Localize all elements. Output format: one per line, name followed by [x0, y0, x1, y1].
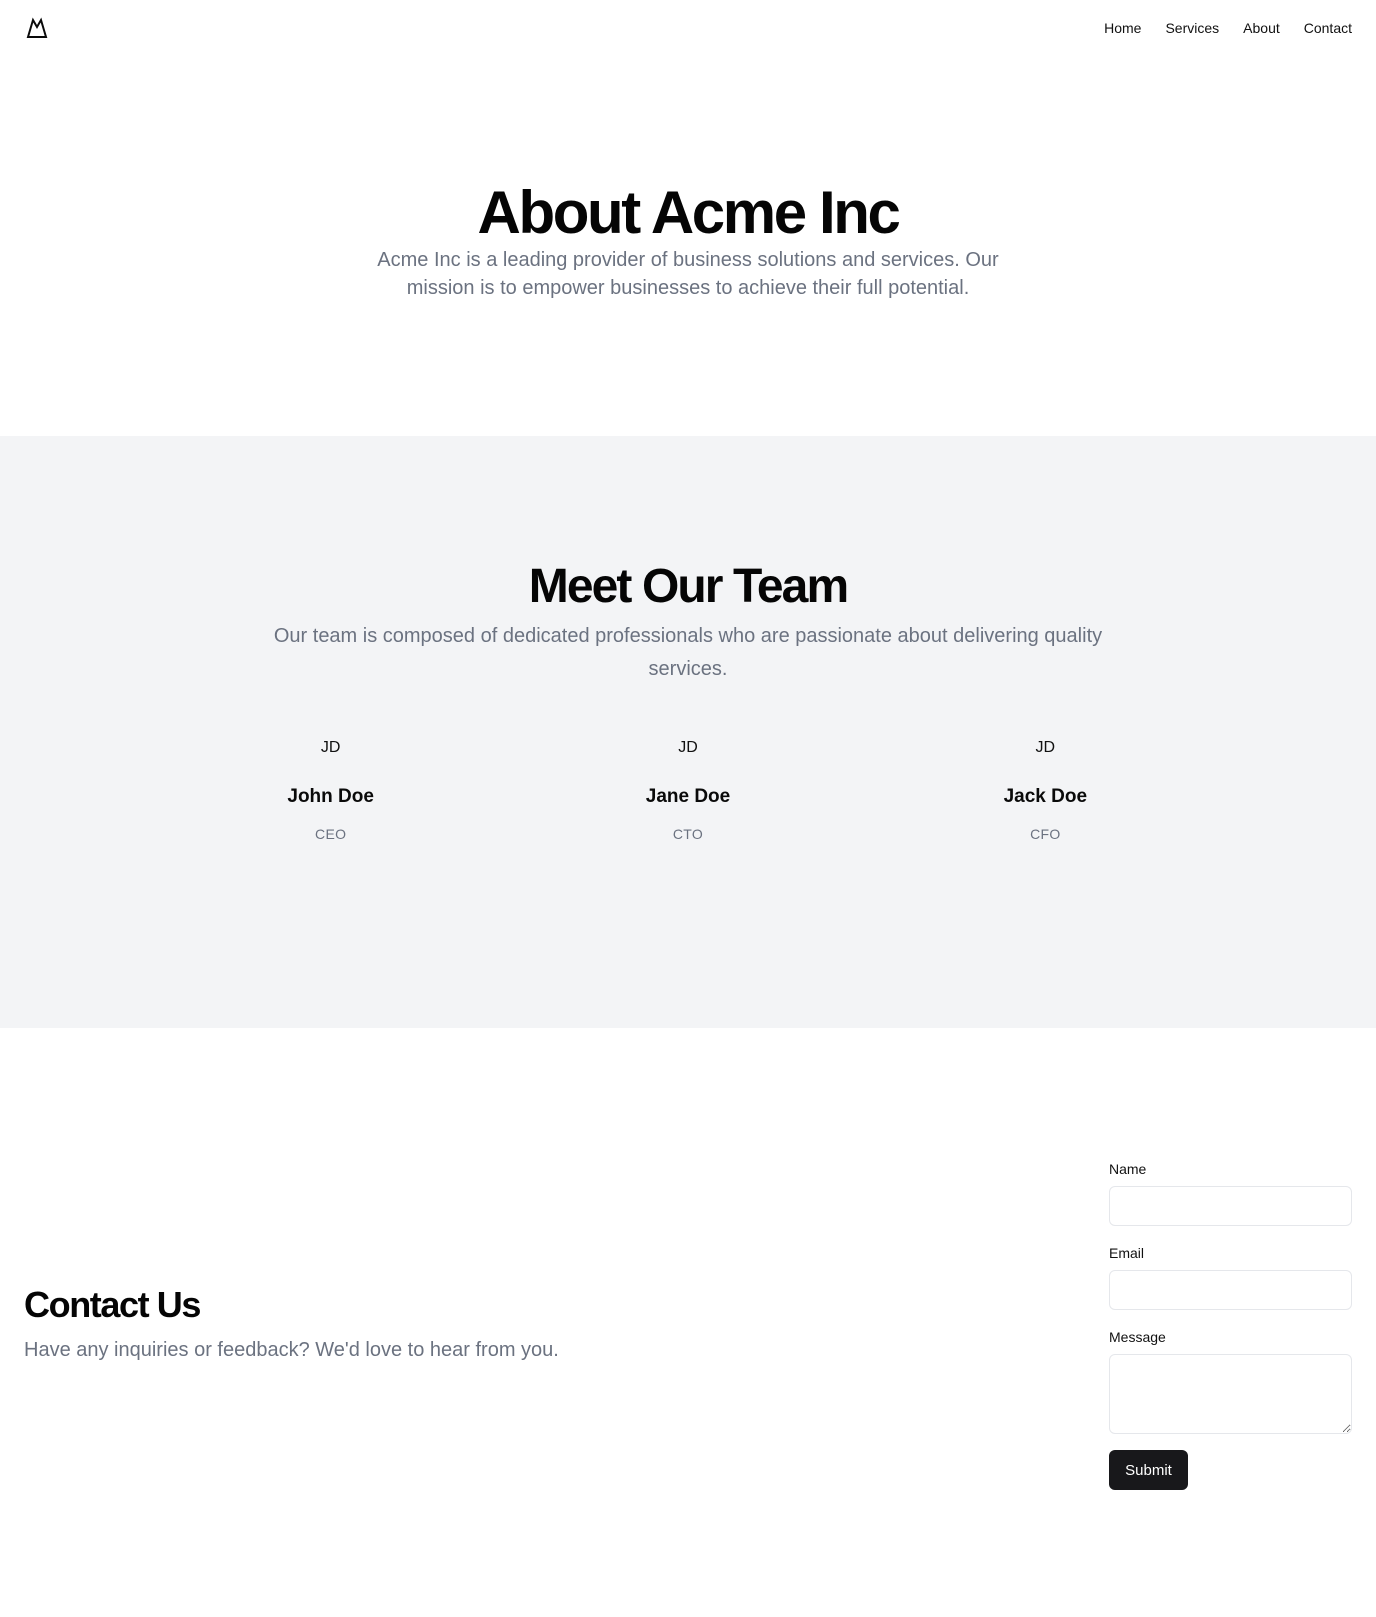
contact-title: Contact Us [24, 1284, 201, 1325]
team-title: Meet Our Team [528, 560, 849, 613]
mountain-icon [26, 17, 48, 38]
team-member-card: JD John Doe CEO [152, 736, 509, 843]
member-role: CEO [315, 826, 347, 842]
team-section: Meet Our Team Our team is composed of de… [0, 436, 1376, 1028]
member-role: CTO [672, 826, 704, 842]
contact-intro: Contact Us Have any inquiries or feedbac… [24, 1284, 559, 1364]
team-description: Our team is composed of dedicated profes… [273, 625, 1103, 680]
team-members: JD John Doe CEO JD Jane Doe CTO JD Jack … [152, 736, 1224, 843]
logo-link[interactable] [24, 15, 50, 41]
email-field-group: Email [1109, 1244, 1352, 1310]
team-member-card: JD Jane Doe CTO [509, 736, 866, 843]
nav-link-services[interactable]: Services [1165, 20, 1219, 36]
main-nav: Home Services About Contact [1104, 20, 1352, 36]
name-field-group: Name [1109, 1160, 1352, 1226]
member-name: John Doe [287, 786, 374, 807]
avatar: JD [320, 739, 341, 756]
avatar: JD [1035, 739, 1056, 756]
message-textarea[interactable] [1109, 1354, 1352, 1434]
member-name: Jane Doe [645, 786, 731, 807]
email-label: Email [1109, 1245, 1145, 1261]
team-member-card: JD Jack Doe CFO [867, 736, 1224, 843]
hero-description: Acme Inc is a leading provider of busine… [377, 249, 999, 299]
nav-link-contact[interactable]: Contact [1304, 20, 1352, 36]
nav-link-home[interactable]: Home [1104, 20, 1141, 36]
contact-description: Have any inquiries or feedback? We'd lov… [24, 1339, 559, 1361]
site-header: Home Services About Contact [0, 0, 1376, 56]
member-role: CFO [1030, 826, 1061, 842]
message-field-group: Message [1109, 1328, 1352, 1434]
about-hero: About Acme Inc Acme Inc is a leading pro… [0, 56, 1376, 436]
name-input[interactable] [1109, 1186, 1352, 1226]
email-input[interactable] [1109, 1270, 1352, 1310]
avatar: JD [678, 739, 698, 756]
name-label: Name [1109, 1161, 1147, 1177]
page-title: About Acme Inc [477, 179, 901, 246]
member-name: Jack Doe [1003, 786, 1088, 807]
contact-section: Contact Us Have any inquiries or feedbac… [0, 1028, 1376, 1617]
nav-link-about[interactable]: About [1243, 20, 1280, 36]
message-label: Message [1109, 1329, 1166, 1345]
submit-button[interactable]: Submit [1109, 1450, 1188, 1490]
contact-form: Name Email Message Submit [1109, 1160, 1352, 1490]
